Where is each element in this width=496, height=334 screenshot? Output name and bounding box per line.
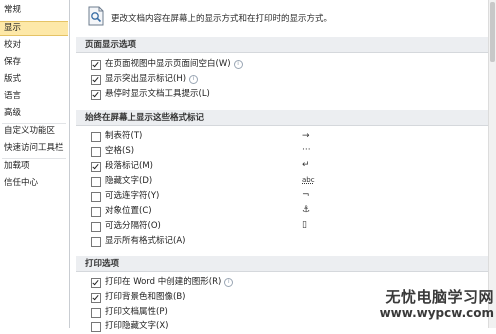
checkbox[interactable] <box>91 192 101 202</box>
hidden-text-mark-icon: abc <box>302 176 315 184</box>
info-icon[interactable]: i <box>233 60 243 69</box>
checkbox[interactable] <box>91 293 101 303</box>
nav-item-advanced[interactable]: 高级 <box>0 106 68 121</box>
checkbox[interactable] <box>91 207 101 217</box>
tab-mark-icon: → <box>302 131 310 141</box>
checkbox[interactable] <box>91 132 101 142</box>
option-label: 对象位置(C) <box>105 206 152 216</box>
paragraph-mark-icon: ↵ <box>302 160 310 170</box>
panel-description: 更改文档内容在屏幕上的显示方式和在打印时的显示方式。 <box>111 14 333 24</box>
nav-item-display[interactable]: 显示 <box>0 21 68 36</box>
watermark-url: www.wypcw.com <box>379 306 494 320</box>
option-label: 打印在 Word 中创建的图形(R) <box>105 277 222 287</box>
info-icon[interactable]: i <box>224 278 234 287</box>
option-label: 显示所有格式标记(A) <box>105 236 186 246</box>
checkbox[interactable] <box>91 222 101 232</box>
checkbox[interactable] <box>91 308 101 318</box>
option-label: 打印隐藏文字(X) <box>105 321 169 331</box>
nav-item-general[interactable]: 常规 <box>0 3 68 18</box>
option-label: 在页面视图中显示页面间空白(W) <box>105 59 231 69</box>
option-label: 打印背景色和图像(B) <box>105 292 186 302</box>
checkbox[interactable] <box>91 162 101 172</box>
scrollbar-thumb[interactable] <box>490 2 495 62</box>
option-label: 显示突出显示标记(H) <box>105 74 187 84</box>
options-nav-panel: 常规 显示 校对 保存 版式 语言 高级 自定义功能区 快速访问工具栏 加载项 … <box>0 0 70 328</box>
section-formatting-marks: 始终在屏幕上显示这些格式标记 <box>76 110 488 126</box>
nav-item-proofing[interactable]: 校对 <box>0 38 68 53</box>
section-printing-options: 打印选项 <box>76 256 488 272</box>
section-page-display-options: 页面显示选项 <box>76 37 488 53</box>
nav-item-trust-center[interactable]: 信任中心 <box>0 176 68 191</box>
option-label: 段落标记(M) <box>105 161 153 171</box>
document-display-icon <box>88 6 104 26</box>
option-label: 制表符(T) <box>105 131 143 141</box>
space-mark-icon: ··· <box>302 145 311 155</box>
word-options-dialog: 常规 显示 校对 保存 版式 语言 高级 自定义功能区 快速访问工具栏 加载项 … <box>0 0 496 332</box>
checkbox[interactable] <box>91 60 101 70</box>
watermark-title: 无忧电脑学习网 <box>385 288 494 306</box>
nav-item-customize-ribbon[interactable]: 自定义功能区 <box>0 124 68 139</box>
nav-item-add-ins[interactable]: 加载项 <box>0 159 68 174</box>
anchor-icon: ⚓ <box>302 205 311 215</box>
option-label: 可选分隔符(O) <box>105 221 161 231</box>
vertical-scrollbar[interactable] <box>488 0 496 328</box>
option-label: 隐藏文字(D) <box>105 176 153 186</box>
hyphen-mark-icon: ¬ <box>302 190 310 200</box>
option-label: 悬停时显示文档工具提示(L) <box>105 89 210 99</box>
option-label: 可选连字符(Y) <box>105 191 160 201</box>
checkbox[interactable] <box>91 90 101 100</box>
checkbox[interactable] <box>91 237 101 247</box>
checkbox[interactable] <box>91 322 101 332</box>
nav-item-save[interactable]: 保存 <box>0 55 68 70</box>
checkbox[interactable] <box>91 75 101 85</box>
site-watermark: 无忧电脑学习网 www.wypcw.com <box>378 288 494 320</box>
display-settings-panel: 更改文档内容在屏幕上的显示方式和在打印时的显示方式。 页面显示选项 在页面视图中… <box>70 0 488 332</box>
nav-item-quick-access-toolbar[interactable]: 快速访问工具栏 <box>0 141 68 156</box>
info-icon[interactable]: i <box>189 75 199 84</box>
optional-break-mark-icon: ▯ <box>302 220 307 230</box>
nav-item-typography[interactable]: 版式 <box>0 72 68 87</box>
checkbox[interactable] <box>91 278 101 288</box>
option-label: 空格(S) <box>105 146 135 156</box>
option-label: 打印文档属性(P) <box>105 307 168 317</box>
checkbox[interactable] <box>91 177 101 187</box>
checkbox[interactable] <box>91 147 101 157</box>
nav-item-language[interactable]: 语言 <box>0 89 68 104</box>
